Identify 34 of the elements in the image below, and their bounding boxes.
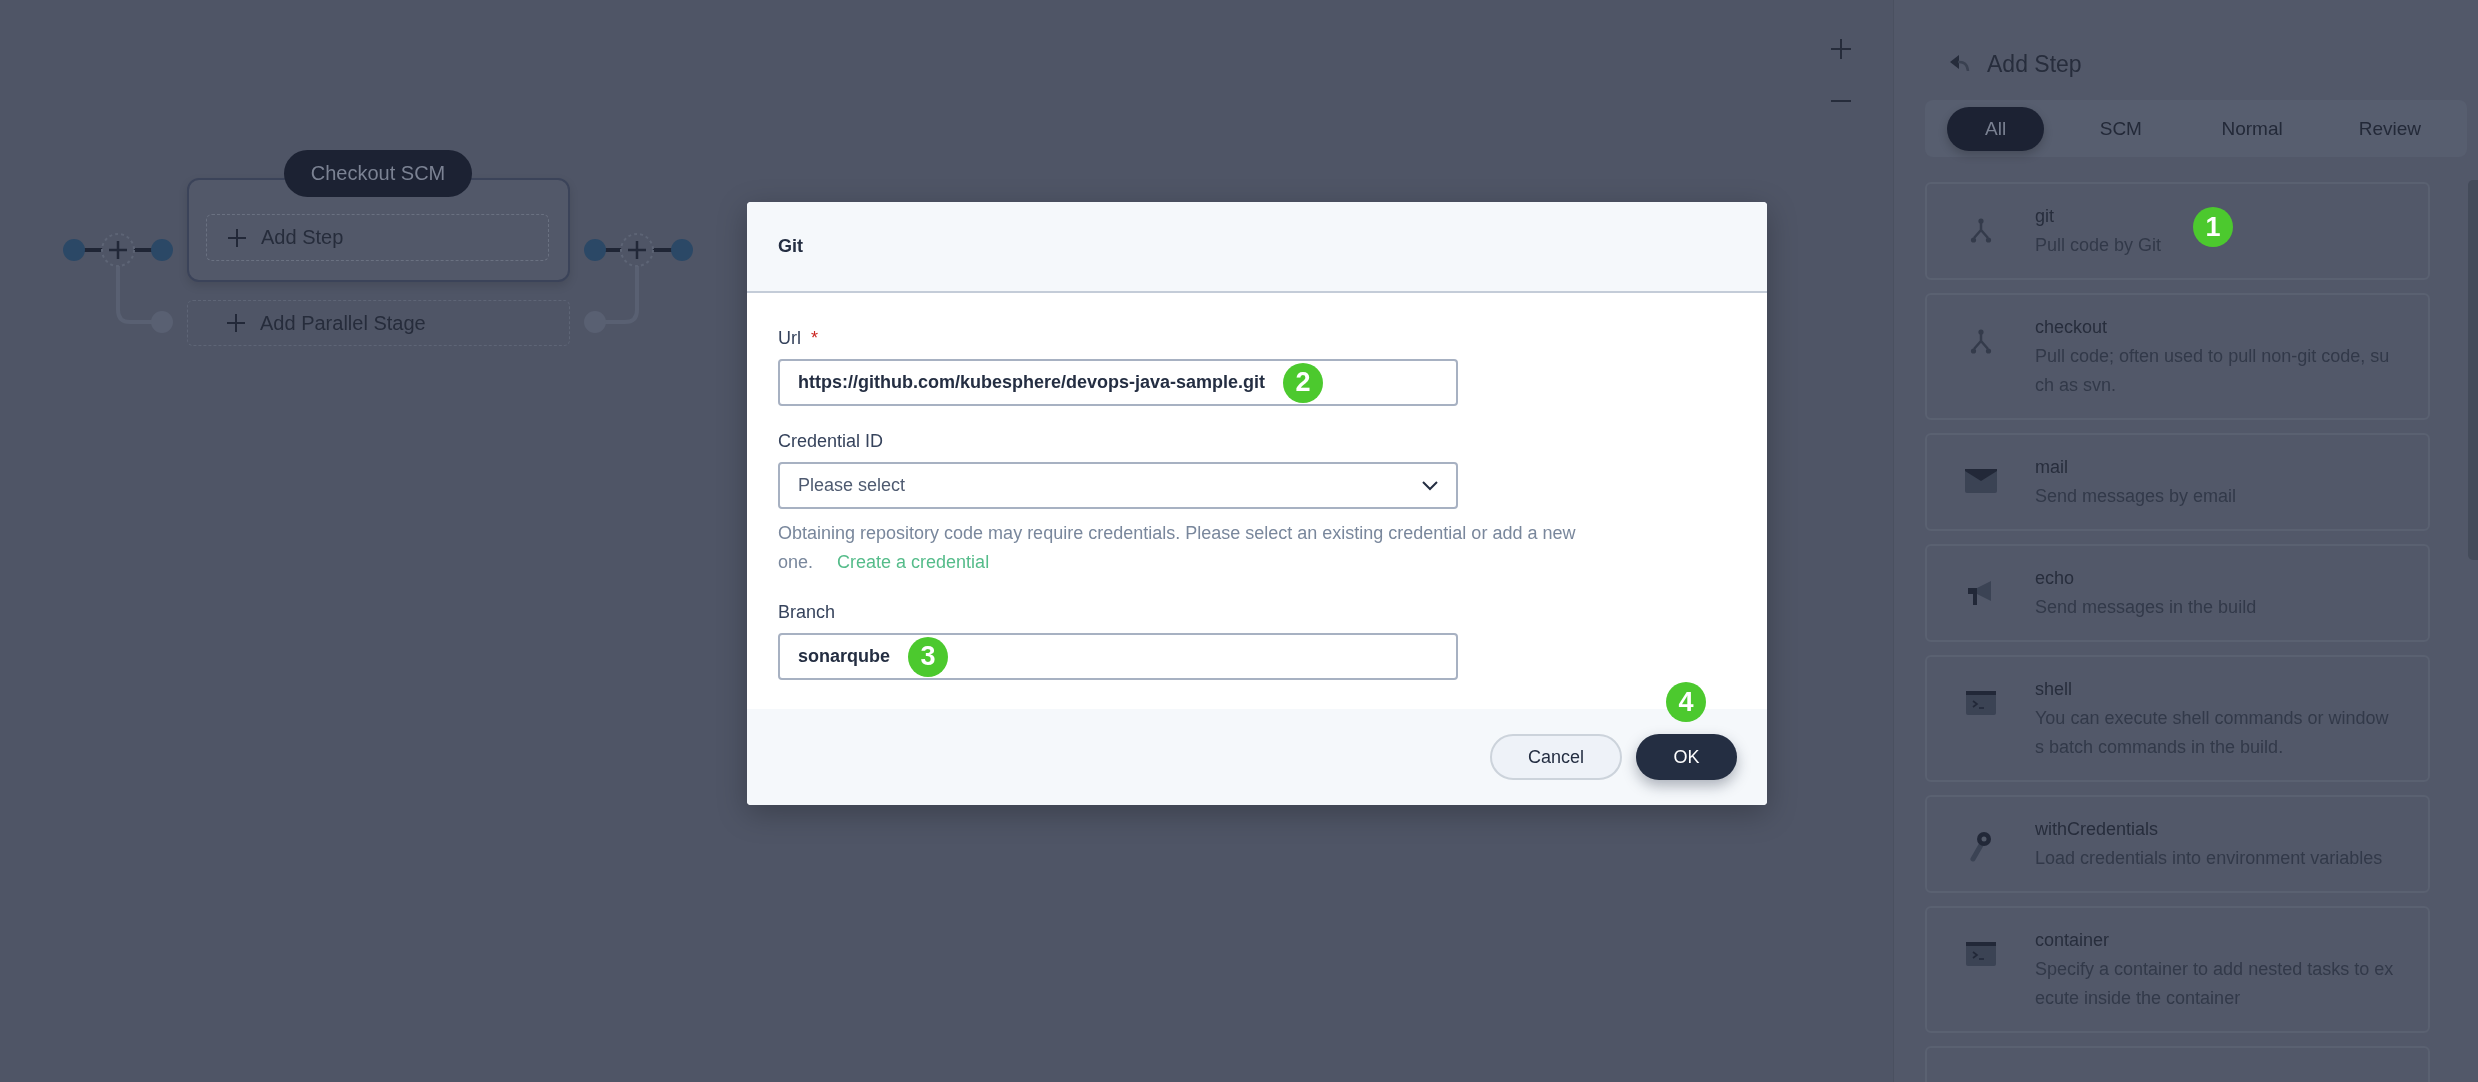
field-label: Credential ID — [778, 430, 884, 452]
zoom-in-icon[interactable] — [1830, 38, 1852, 60]
dialog-title: Git — [778, 236, 803, 257]
envelope-icon — [1965, 469, 1997, 493]
add-icon[interactable] — [620, 233, 654, 267]
required-mark: * — [811, 327, 818, 349]
tab[interactable]: Review — [2320, 106, 2459, 151]
add-icon[interactable] — [101, 233, 135, 267]
number-badge: 1 — [2193, 207, 2233, 247]
number-badge: 4 — [1666, 682, 1706, 722]
field-label: Branch — [778, 601, 836, 623]
number-badge: 2 — [1283, 362, 1324, 403]
terminal-icon — [1966, 942, 1996, 966]
back-icon[interactable] — [1949, 54, 1971, 74]
chevron-down-icon — [1422, 480, 1438, 491]
plus-icon — [226, 313, 246, 333]
input-field[interactable]: sonarqube 3 — [778, 633, 1458, 680]
field-label: Url — [778, 327, 801, 349]
cancel-button[interactable]: Cancel — [1490, 734, 1622, 780]
stage-title[interactable]: Checkout SCM — [284, 150, 472, 197]
tab[interactable]: SCM — [2061, 106, 2180, 151]
ok-button[interactable]: OK — [1636, 734, 1737, 780]
branch-icon — [1970, 218, 1992, 244]
branch-icon — [1970, 329, 1992, 355]
terminal-icon — [1966, 691, 1996, 715]
tab[interactable]: Normal — [2183, 106, 2321, 151]
input-field[interactable]: https://github.com/kubesphere/devops-java-sample.git 2 — [778, 359, 1458, 406]
select-field[interactable]: Please select — [778, 462, 1458, 509]
key-icon — [1969, 831, 1993, 863]
plus-icon — [227, 227, 247, 248]
number-badge: 3 — [908, 636, 948, 677]
help-text: Obtaining repository code may require credentials. Please select an existing credential or add a new one. Create a credential — [778, 522, 1577, 574]
tab[interactable]: All — [1947, 106, 2045, 151]
create-credential-link[interactable]: Create a credential — [837, 552, 990, 572]
